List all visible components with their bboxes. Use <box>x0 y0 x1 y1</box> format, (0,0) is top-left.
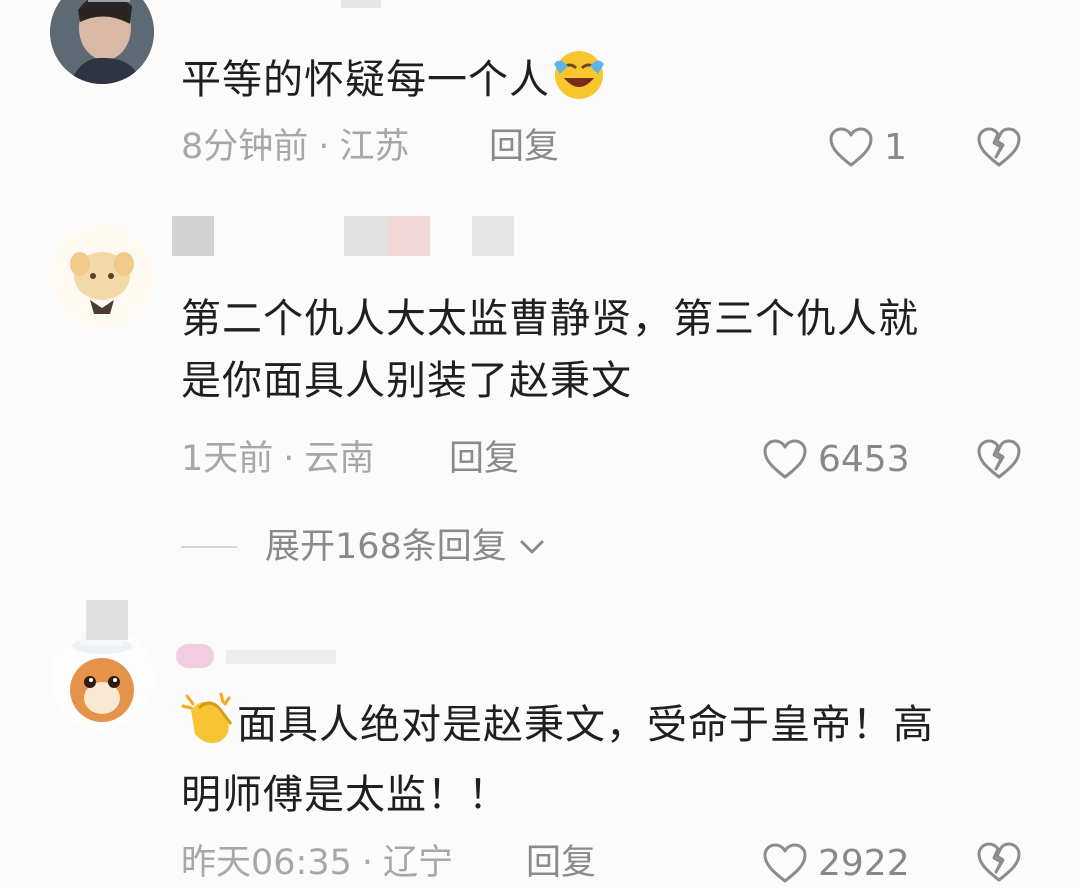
heart-icon <box>829 127 873 167</box>
timestamp: 昨天06:35 <box>181 843 352 883</box>
avatar[interactable] <box>50 0 154 84</box>
expand-replies-label: 展开168条回复 <box>265 527 507 567</box>
comment-meta: 8分钟前 · 江苏 <box>181 122 409 172</box>
username-redacted <box>181 0 381 40</box>
separator: · <box>318 127 330 167</box>
divider <box>181 546 237 548</box>
like-button[interactable]: 2922 <box>762 838 910 888</box>
dislike-button[interactable] <box>975 437 1023 481</box>
clapping-hands-emoji <box>181 690 237 764</box>
heart-icon <box>763 843 807 883</box>
reply-button[interactable]: 回复 <box>449 434 519 484</box>
comment-text: 平等的怀疑每一个人 <box>181 44 1021 120</box>
like-button[interactable]: 6453 <box>762 434 910 484</box>
like-count: 6453 <box>818 438 910 480</box>
location: 辽宁 <box>383 843 454 883</box>
broken-heart-icon <box>977 842 1021 882</box>
like-count: 2922 <box>818 842 910 884</box>
comment-meta: 昨天06:35 · 辽宁 <box>181 838 453 888</box>
username-redacted <box>86 600 346 668</box>
broken-heart-icon <box>977 127 1021 167</box>
comment-text: 面具人绝对是赵秉文，受命于皇帝！高 明师傅是太监！！ <box>181 690 1021 826</box>
comment-text: 第二个仇人大太监曹静贤，第三个仇人就 是你面具人别装了赵秉文 <box>181 296 919 404</box>
timestamp: 1天前 <box>181 439 274 479</box>
laughing-crying-emoji <box>550 44 608 120</box>
location: 江苏 <box>339 127 410 167</box>
dislike-button[interactable] <box>975 840 1023 884</box>
reply-button[interactable]: 回复 <box>526 838 596 888</box>
username-redacted <box>172 216 522 256</box>
expand-replies-button[interactable]: 展开168条回复 <box>181 522 547 572</box>
heart-icon <box>763 439 807 479</box>
like-count: 1 <box>884 126 907 168</box>
reply-button[interactable]: 回复 <box>489 122 559 172</box>
avatar[interactable] <box>50 626 154 730</box>
comment-meta: 1天前 · 云南 <box>181 434 374 484</box>
separator: · <box>361 843 374 883</box>
chevron-down-icon <box>520 540 544 554</box>
broken-heart-icon <box>977 439 1021 479</box>
separator: · <box>283 439 295 479</box>
avatar[interactable] <box>50 224 154 328</box>
timestamp: 8分钟前 <box>181 127 309 167</box>
dislike-button[interactable] <box>975 125 1023 169</box>
location: 云南 <box>304 439 375 479</box>
like-button[interactable]: 1 <box>828 122 907 172</box>
